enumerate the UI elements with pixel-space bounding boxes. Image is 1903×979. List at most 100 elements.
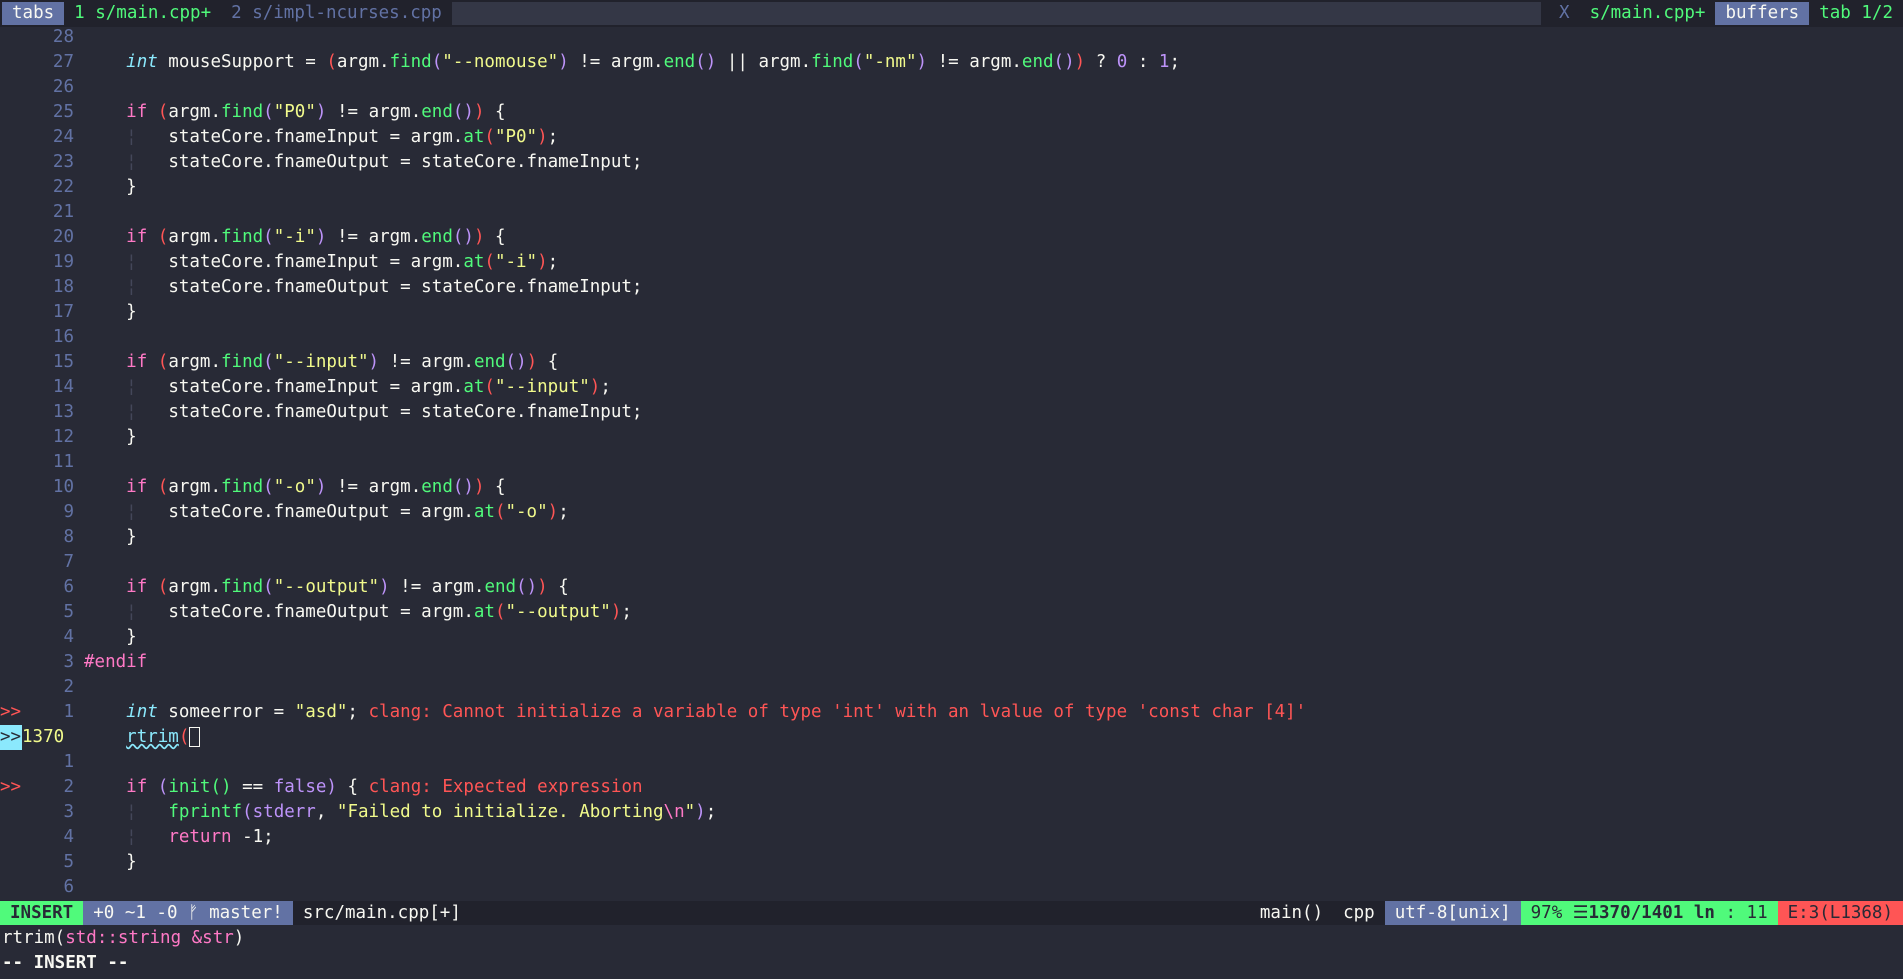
keyword: if (126, 102, 148, 122)
code-line[interactable]: 2 (0, 675, 1903, 700)
code-line[interactable]: 5 } (0, 850, 1903, 875)
code-line[interactable]: >> 2 if (init() == false) { clang: Expect… (0, 775, 1903, 800)
paren: ( (210, 777, 222, 797)
code-line[interactable]: 27 int mouseSupport = (argm.find("--nomo… (0, 50, 1903, 75)
code-line[interactable]: 4 ¦ return -1; (0, 825, 1903, 850)
function-name: end (421, 102, 453, 122)
code-line[interactable]: 20 if (argm.find("-i") != argm.end()) { (0, 225, 1903, 250)
paren: ( (516, 577, 527, 597)
line-number: 4 (63, 627, 74, 647)
token: stateCore.fnameOutput = argm. (168, 502, 474, 522)
code-line[interactable]: 9 ¦ stateCore.fnameOutput = argm.at("-o"… (0, 500, 1903, 525)
code-line[interactable]: 3 ¦ fprintf(stderr, "Failed to initializ… (0, 800, 1903, 825)
line-number: 2 (63, 677, 74, 697)
tab-impl-ncurses[interactable]: 2 s/impl-ncurses.cpp (221, 2, 452, 25)
paren: ( (157, 102, 169, 122)
line-number: 3 (63, 802, 74, 822)
line-number: 19 (52, 252, 74, 272)
token: ; (1169, 52, 1181, 72)
code-line[interactable]: 16 (0, 325, 1903, 350)
token: argm. (168, 577, 222, 597)
line-number: 22 (52, 177, 74, 197)
code-line[interactable]: 23 ¦ stateCore.fnameOutput = stateCore.f… (0, 150, 1903, 175)
function-name: end (1021, 52, 1054, 72)
column-label: ln (1693, 903, 1715, 923)
tab-main-cpp[interactable]: 1 s/main.cpp+ (64, 2, 221, 25)
code-line[interactable]: 12 } (0, 425, 1903, 450)
code-line[interactable]: 21 (0, 200, 1903, 225)
code-line[interactable]: 28 (0, 25, 1903, 50)
code-line[interactable]: 6 if (argm.find("--output") != argm.end(… (0, 575, 1903, 600)
code-line[interactable]: 8 } (0, 525, 1903, 550)
indent-guide: ¦ (126, 802, 137, 822)
code-line[interactable]: 6 (0, 875, 1903, 900)
code-line[interactable]: 3 #endif (0, 650, 1903, 675)
code-text: ¦ stateCore.fnameInput = argm.at("--inpu… (74, 375, 611, 400)
code-line[interactable]: 10 if (argm.find("-o") != argm.end()) { (0, 475, 1903, 500)
token: } (126, 852, 137, 872)
code-line[interactable]: >> 1 int someerror = "asd"; clang: Cannot… (0, 700, 1903, 725)
code-line[interactable]: 25 if (argm.find("P0") != argm.end()) { (0, 100, 1903, 125)
code-line[interactable]: 14 ¦ stateCore.fnameInput = argm.at("--i… (0, 375, 1903, 400)
token: { (537, 352, 559, 372)
token: argm. (368, 227, 422, 247)
code-line[interactable]: 26 (0, 75, 1903, 100)
code-line[interactable]: 17 } (0, 300, 1903, 325)
code-text: ¦ fprintf(stderr, "Failed to initialize.… (74, 800, 716, 825)
token: { (547, 577, 569, 597)
token: stateCore.fnameOutput = argm. (168, 602, 474, 622)
code-line[interactable]: 7 (0, 550, 1903, 575)
code-line[interactable]: >>1370 rtrim( (0, 725, 1903, 750)
paren: ) (326, 777, 337, 797)
string-literal: "--input" (273, 352, 369, 372)
code-line[interactable]: 11 (0, 450, 1903, 475)
code-text: if (argm.find("--output") != argm.end())… (74, 575, 569, 600)
line-number: 6 (63, 877, 74, 897)
string-literal: "-o" (505, 502, 548, 522)
code-text: #endif (74, 650, 147, 675)
function-name: init (168, 777, 211, 797)
number: 0 (1116, 52, 1128, 72)
code-line[interactable]: 15 if (argm.find("--input") != argm.end(… (0, 350, 1903, 375)
token: } (126, 427, 137, 447)
line-number: 18 (52, 277, 74, 297)
token: == (231, 777, 274, 797)
line-number: 13 (52, 402, 74, 422)
code-line[interactable]: 24 ¦ stateCore.fnameInput = argm.at("P0"… (0, 125, 1903, 150)
function-name: at (463, 377, 485, 397)
close-tab-button[interactable]: X (1549, 2, 1580, 25)
signature-argument: std::string &str (65, 928, 234, 948)
code-line[interactable]: 5 ¦ stateCore.fnameOutput = argm.at("--o… (0, 600, 1903, 625)
line-number: 28 (52, 27, 74, 47)
code-text: ¦ stateCore.fnameInput = argm.at("P0"); (74, 125, 558, 150)
function-name: at (473, 602, 495, 622)
code-line[interactable]: 18 ¦ stateCore.fnameOutput = stateCore.f… (0, 275, 1903, 300)
function-name: find (811, 52, 854, 72)
paren: ) (916, 52, 928, 72)
line-number: 21 (52, 202, 74, 222)
code-line[interactable]: 1 (0, 750, 1903, 775)
paren: ) (473, 477, 485, 497)
line-number: 11 (52, 452, 74, 472)
paren: ) (537, 252, 548, 272)
indent-guide: ¦ (126, 152, 137, 172)
paren: ) (537, 577, 548, 597)
code-line[interactable]: 13 ¦ stateCore.fnameOutput = stateCore.f… (0, 400, 1903, 425)
line-number: 16 (52, 327, 74, 347)
code-line[interactable]: 4 } (0, 625, 1903, 650)
paren: ( (157, 777, 169, 797)
paren: ) (695, 802, 706, 822)
current-buffer[interactable]: s/main.cpp+ (1580, 2, 1716, 25)
function-name: find (221, 577, 264, 597)
line-number: 4 (63, 827, 74, 847)
code-line[interactable]: 19 ¦ stateCore.fnameInput = argm.at("-i"… (0, 250, 1903, 275)
editor-buffer[interactable]: 28 27 int mouseSupport = (argm.find("--no… (0, 25, 1903, 900)
code-line[interactable]: 22 } (0, 175, 1903, 200)
